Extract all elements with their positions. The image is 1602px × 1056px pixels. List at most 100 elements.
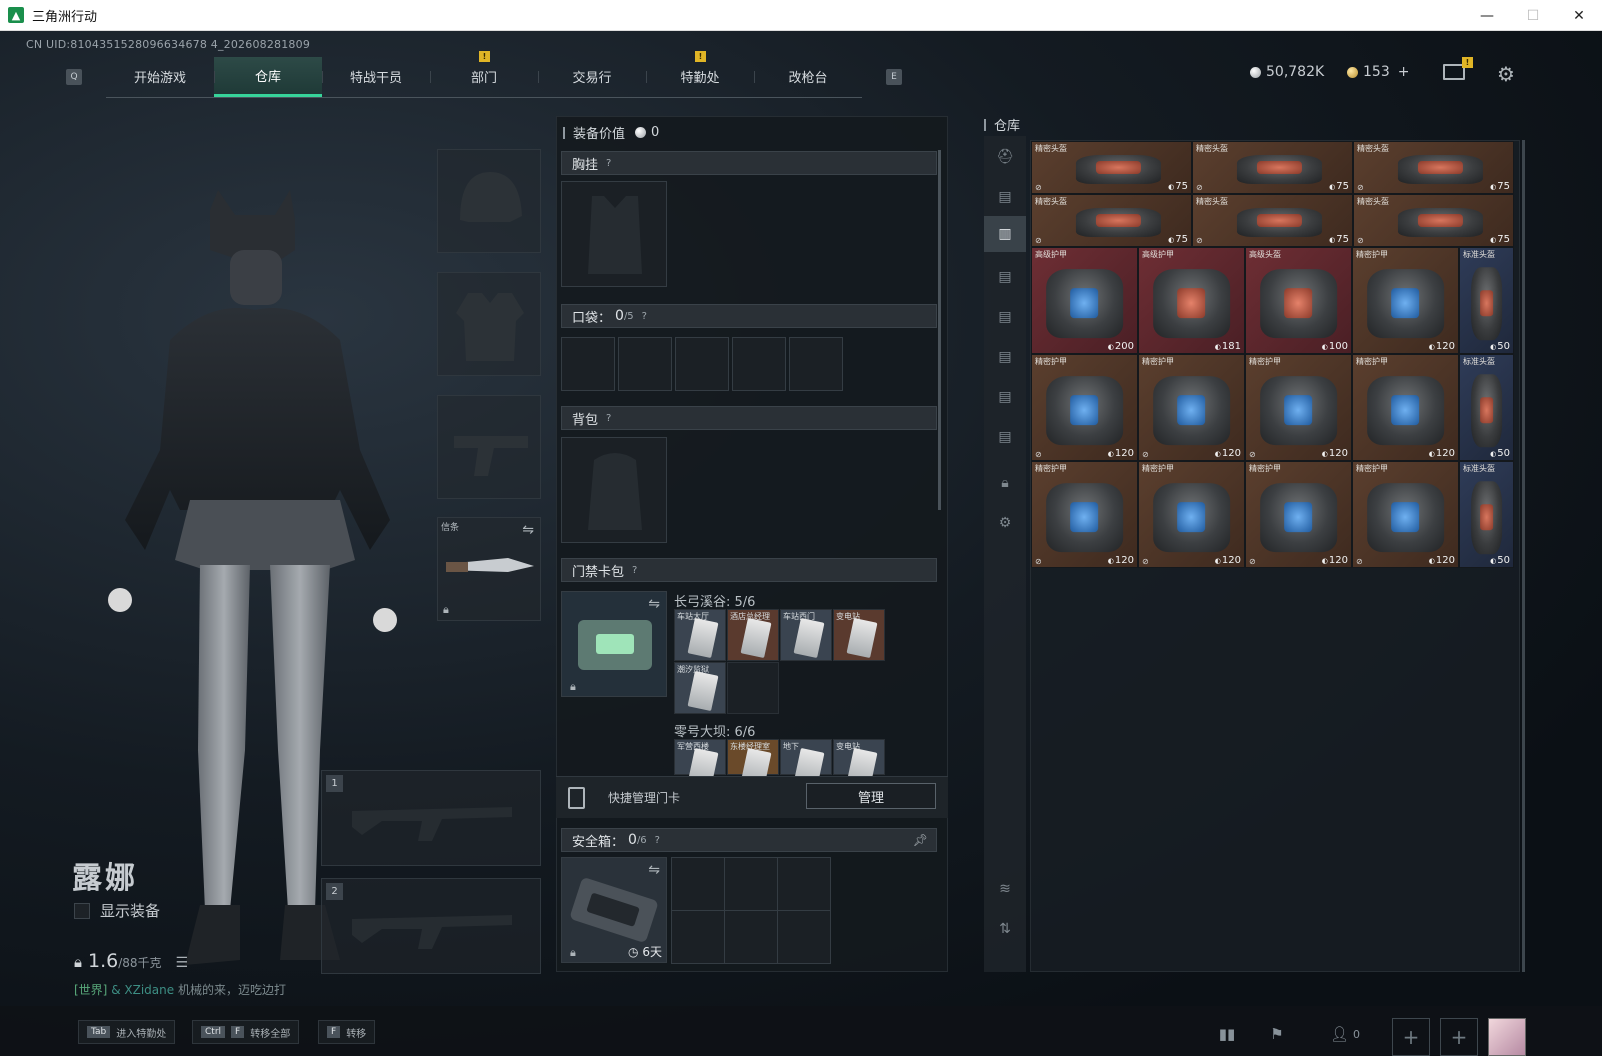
storage-tab-2-icon[interactable]: ▥ — [984, 216, 1026, 252]
pin-icon[interactable]: 📌︎ — [913, 833, 928, 847]
primary-weapon-slot-1[interactable]: 1 — [321, 770, 541, 866]
warehouse-item[interactable]: 精密头盔 ⊘ 75 — [1353, 194, 1514, 247]
add-gold-button[interactable]: + — [1398, 64, 1410, 80]
keycard-empty-slot[interactable] — [727, 662, 779, 714]
warehouse-item[interactable]: 精密护甲 ⊘ 120 — [1031, 354, 1138, 461]
add-teammate-button[interactable]: + — [1392, 1018, 1430, 1056]
lock-icon[interactable]: 🔒︎ — [992, 470, 1018, 496]
safebox-slot[interactable]: ⇋ 🔒︎ ◷ 6天 — [561, 857, 667, 963]
storage-tab-1-icon[interactable]: ▤ — [992, 184, 1018, 210]
primary-weapon-slot-2[interactable]: 2 — [321, 878, 541, 974]
warehouse-item[interactable]: 精密头盔 ⊘ 75 — [1031, 141, 1192, 194]
friends-button[interactable]: 👤︎ 0 — [1322, 1022, 1368, 1046]
flag-icon[interactable]: ⚑ — [1264, 1022, 1290, 1046]
help-icon[interactable]: ? — [606, 413, 611, 424]
armor-slot[interactable] — [437, 272, 541, 376]
tab-special-ops[interactable]: ! 特勤处 — [646, 50, 754, 97]
settings-gear-icon[interactable]: ⚙ — [1497, 62, 1515, 86]
warehouse-item[interactable]: 精密头盔 ⊘ 75 — [1031, 194, 1192, 247]
keycard[interactable]: 车站大厅 — [674, 609, 726, 661]
storage-tab-4-icon[interactable]: ▤ — [992, 304, 1018, 330]
safebox-cell[interactable] — [671, 857, 725, 911]
pistol-slot[interactable] — [437, 395, 541, 499]
safebox-cell[interactable] — [777, 857, 831, 911]
keycard[interactable]: 酒店总经理 — [727, 609, 779, 661]
chat-line[interactable]: [世界] & XZidane 机械的来，迈吃边打 — [74, 981, 286, 998]
warehouse-scrollbar[interactable] — [1522, 140, 1525, 972]
minimize-button[interactable]: — — [1464, 0, 1510, 31]
stats-chart-icon[interactable]: ▮▮ — [1214, 1022, 1240, 1046]
layers-icon[interactable]: ≋ — [992, 876, 1018, 902]
avatar[interactable] — [1488, 1018, 1526, 1056]
swap-icon[interactable]: ⇋ — [522, 522, 534, 538]
keycard[interactable]: 变电站 — [833, 739, 885, 789]
pocket-slot[interactable] — [732, 337, 786, 391]
checkbox[interactable] — [74, 902, 90, 919]
storage-tab-7-icon[interactable]: ▤ — [992, 424, 1018, 450]
warehouse-item[interactable]: 精密护甲 ⊘ 120 — [1031, 461, 1138, 568]
maximize-button[interactable]: ☐ — [1510, 0, 1556, 31]
backpack-slot[interactable] — [561, 437, 667, 543]
warehouse-item[interactable]: 高级护甲 200 — [1031, 247, 1138, 354]
storage-tab-3-icon[interactable]: ▤ — [992, 264, 1018, 290]
safebox-cell[interactable] — [724, 910, 778, 964]
list-icon[interactable]: ☰ — [176, 955, 189, 971]
warehouse-item[interactable]: 标准头盔 50 — [1459, 247, 1514, 354]
warehouse-item[interactable]: 精密护甲 ⊘ 120 — [1138, 461, 1245, 568]
warehouse-item[interactable]: 高级头盔 100 — [1245, 247, 1352, 354]
warehouse-item[interactable]: 高级护甲 181 — [1138, 247, 1245, 354]
keycard[interactable]: 地下 — [780, 739, 832, 789]
keycard[interactable]: 军营西楼 — [674, 739, 726, 789]
warehouse-item[interactable]: 标准头盔 50 — [1459, 461, 1514, 568]
keycard[interactable]: 变电站 — [833, 609, 885, 661]
pocket-slot[interactable] — [789, 337, 843, 391]
keycard[interactable]: 东楼经理室 — [727, 739, 779, 789]
sort-icon[interactable]: ⇅ — [992, 916, 1018, 942]
swap-icon[interactable]: ⇋ — [648, 862, 660, 878]
settings-icon[interactable]: ⚙ — [992, 510, 1018, 536]
melee-slot[interactable]: 信条 ⇋ 🔒︎ — [437, 517, 541, 621]
tab-department[interactable]: ! 部门 — [430, 50, 538, 97]
keycard-case-slot[interactable]: ⇋ 🔒︎ — [561, 591, 667, 697]
loadout-scrollbar[interactable] — [938, 150, 941, 510]
warehouse-item[interactable]: 标准头盔 50 — [1459, 354, 1514, 461]
helmet-slot[interactable] — [437, 149, 541, 253]
storage-tab-5-icon[interactable]: ▤ — [992, 344, 1018, 370]
chest-rig-slot[interactable] — [561, 181, 667, 287]
help-icon[interactable]: ? — [632, 565, 637, 576]
keycard[interactable]: 潮汐监狱 — [674, 662, 726, 714]
warehouse-item[interactable]: 精密头盔 ⊘ 75 — [1353, 141, 1514, 194]
manage-button[interactable]: 管理 — [806, 783, 936, 809]
tab-warehouse[interactable]: 仓库 — [214, 56, 322, 97]
tab-operators[interactable]: 特战干员 — [322, 57, 430, 97]
nav-prev-key[interactable]: Q — [66, 69, 82, 85]
help-icon[interactable]: ? — [642, 311, 647, 322]
warehouse-item[interactable]: 精密护甲 ⊘ 120 — [1245, 461, 1352, 568]
hint-transfer[interactable]: F 转移 — [318, 1020, 376, 1044]
close-button[interactable]: ✕ — [1556, 0, 1602, 31]
helmet-filter-icon[interactable]: ⛑ — [992, 144, 1018, 170]
hint-transfer-all[interactable]: Ctrl F 转移全部 — [192, 1020, 300, 1044]
hint-enter-special-ops[interactable]: Tab 进入特勤处 — [78, 1020, 176, 1044]
nav-next-key[interactable]: E — [886, 69, 902, 85]
warehouse-item[interactable]: 精密护甲 ⊘ 120 — [1138, 354, 1245, 461]
help-icon[interactable]: ? — [655, 835, 660, 846]
safebox-cell[interactable] — [724, 857, 778, 911]
warehouse-item[interactable]: 精密护甲 ⊘ 120 — [1352, 461, 1459, 568]
tab-start-game[interactable]: 开始游戏 — [106, 57, 214, 97]
warehouse-item[interactable]: 精密护甲 120 — [1352, 247, 1459, 354]
warehouse-item[interactable]: 精密护甲 ⊘ 120 — [1245, 354, 1352, 461]
add-teammate-button[interactable]: + — [1440, 1018, 1478, 1056]
keycard[interactable]: 车站西门 — [780, 609, 832, 661]
pocket-slot[interactable] — [675, 337, 729, 391]
warehouse-item[interactable]: 精密头盔 ⊘ 75 — [1192, 141, 1353, 194]
safebox-cell[interactable] — [777, 910, 831, 964]
show-equipment-toggle[interactable]: 显示装备 — [74, 900, 160, 921]
pocket-slot[interactable] — [561, 337, 615, 391]
warehouse-item[interactable]: 精密头盔 ⊘ 75 — [1192, 194, 1353, 247]
pocket-slot[interactable] — [618, 337, 672, 391]
storage-tab-6-icon[interactable]: ▤ — [992, 384, 1018, 410]
tab-gunsmith[interactable]: 改枪台 — [754, 57, 862, 97]
swap-icon[interactable]: ⇋ — [648, 596, 660, 612]
warehouse-item[interactable]: 精密护甲 120 — [1352, 354, 1459, 461]
